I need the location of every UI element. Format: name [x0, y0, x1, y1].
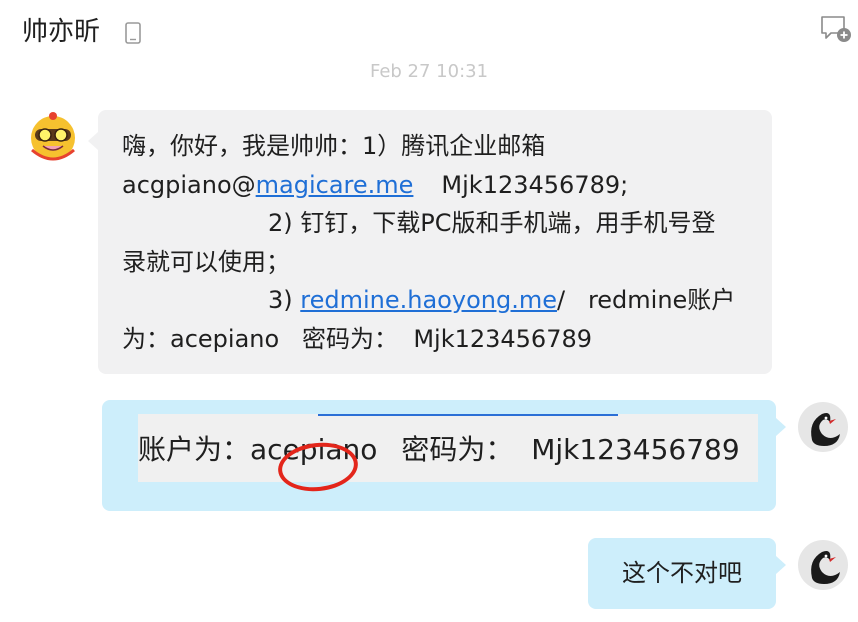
message-text: 3): [268, 286, 301, 314]
message-line: 嗨，你好，我是帅帅：1）腾讯企业邮箱: [122, 132, 546, 160]
message-line: 3) redmine.haoyong.me/ redmine账户: [122, 281, 748, 320]
contact-name: 帅亦昕: [22, 17, 101, 47]
screenshot-image[interactable]: 账户为：acepiano 密码为： Mjk123456789: [138, 414, 758, 496]
outgoing-message-bubble[interactable]: 这个不对吧: [588, 538, 786, 609]
message-line: 为：acepiano 密码为： Mjk123456789: [122, 324, 593, 353]
incoming-message-bubble[interactable]: 嗨，你好，我是帅帅：1）腾讯企业邮箱 acgpiano@magicare.me M…: [88, 110, 772, 374]
phone-icon: [125, 22, 141, 44]
message-text: / redmine账户: [556, 286, 736, 314]
email-domain-link[interactable]: magicare.me: [256, 171, 414, 199]
screenshot-text: 账户为：acepiano 密码为： Mjk123456789: [138, 432, 740, 468]
message-line: 2) 钉钉，下载PC版和手机端，用手机号登: [122, 204, 748, 243]
message-text: 2) 钉钉，下载PC版和手机端，用手机号登: [268, 209, 716, 237]
message-timestamp: Feb 27 10:31: [369, 62, 489, 78]
swan-avatar-icon[interactable]: [796, 538, 850, 592]
chat-window: 帅亦昕 Feb 27 10:31 嗨，你好，我是帅帅：1）腾讯企业邮箱 acgp…: [0, 0, 858, 622]
screenshot-text-suffix: 密码为： Mjk123456789: [401, 433, 740, 466]
cartoon-avatar-icon[interactable]: [26, 110, 80, 164]
message-line: 录就可以使用；: [122, 247, 290, 276]
image-message-bubble[interactable]: 账户为：acepiano 密码为： Mjk123456789: [102, 400, 786, 511]
swan-avatar-icon[interactable]: [796, 400, 850, 454]
new-chat-icon[interactable]: [820, 14, 852, 44]
message-text: acgpiano@: [122, 170, 256, 199]
redmine-link[interactable]: redmine.haoyong.me: [300, 286, 557, 314]
screenshot-text-prefix: 账户为：: [138, 433, 251, 466]
message-line: acgpiano@magicare.me Mjk123456789;: [122, 166, 748, 205]
message-text: Mjk123456789;: [441, 170, 629, 199]
cropped-link-underline: [318, 408, 618, 416]
